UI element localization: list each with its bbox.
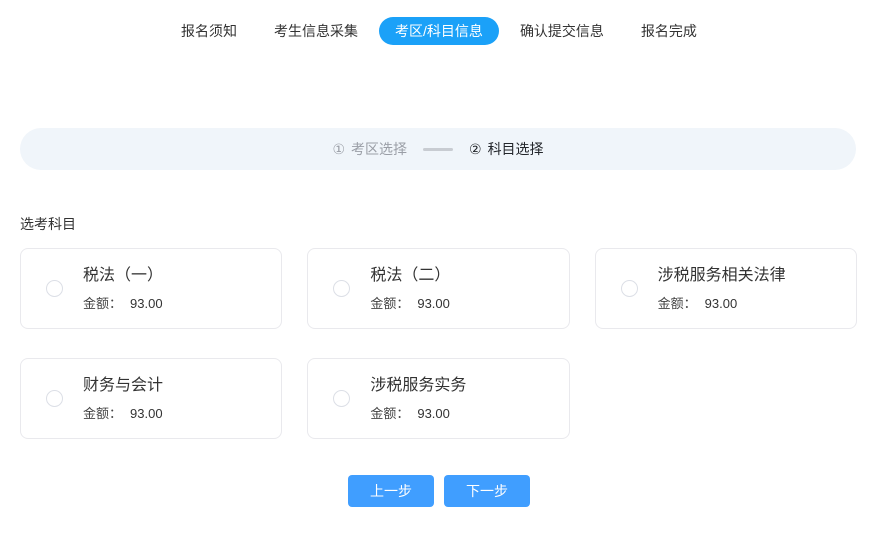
amount-value: 93.00 xyxy=(130,296,163,311)
wizard-tabs: 报名须知 考生信息采集 考区/科目信息 确认提交信息 报名完成 xyxy=(0,0,878,45)
step-subject-select: ② 科目选择 xyxy=(469,139,544,159)
subject-amount-row: 金额： 93.00 xyxy=(370,293,450,312)
tab-registration-notice[interactable]: 报名须知 xyxy=(165,17,253,45)
step-1-number: ① xyxy=(332,141,345,158)
radio-button-icon[interactable] xyxy=(333,390,350,407)
amount-value: 93.00 xyxy=(130,406,163,421)
subject-amount-row: 金额： 93.00 xyxy=(83,403,163,422)
subject-name: 涉税服务实务 xyxy=(370,376,466,396)
radio-button-icon[interactable] xyxy=(46,280,63,297)
subject-card-text: 税法（二） 金额： 93.00 xyxy=(370,266,450,312)
radio-button-icon[interactable] xyxy=(621,280,638,297)
subject-card-text: 涉税服务相关法律 金额： 93.00 xyxy=(658,266,786,312)
subject-amount-row: 金额： 93.00 xyxy=(658,293,786,312)
radio-button-icon[interactable] xyxy=(46,390,63,407)
subject-amount-row: 金额： 93.00 xyxy=(370,403,466,422)
subject-card-finance-accounting[interactable]: 财务与会计 金额： 93.00 xyxy=(20,358,282,439)
radio-button-icon[interactable] xyxy=(333,280,350,297)
step-progress-bar: ① 考区选择 ② 科目选择 xyxy=(20,128,856,170)
subject-card-tax-law-1[interactable]: 税法（一） 金额： 93.00 xyxy=(20,248,282,329)
wizard-actions: 上一步 下一步 xyxy=(0,475,878,507)
subject-card-tax-service-practice[interactable]: 涉税服务实务 金额： 93.00 xyxy=(307,358,569,439)
amount-label: 金额： xyxy=(370,293,409,312)
subject-name: 税法（二） xyxy=(370,266,450,286)
previous-step-button[interactable]: 上一步 xyxy=(348,475,434,507)
step-1-label: 考区选择 xyxy=(351,139,407,159)
subject-card-text: 财务与会计 金额： 93.00 xyxy=(83,376,163,422)
section-title-choose-subjects: 选考科目 xyxy=(20,214,878,234)
subject-card-tax-related-law[interactable]: 涉税服务相关法律 金额： 93.00 xyxy=(595,248,857,329)
amount-value: 93.00 xyxy=(705,296,738,311)
subject-card-text: 涉税服务实务 金额： 93.00 xyxy=(370,376,466,422)
amount-value: 93.00 xyxy=(417,406,450,421)
subject-cards-grid: 税法（一） 金额： 93.00 税法（二） 金额： 93.00 涉税服务相关法律… xyxy=(20,248,857,439)
step-region-select: ① 考区选择 xyxy=(332,139,407,159)
subject-name: 财务与会计 xyxy=(83,376,163,396)
subject-card-tax-law-2[interactable]: 税法（二） 金额： 93.00 xyxy=(307,248,569,329)
amount-label: 金额： xyxy=(658,293,697,312)
step-2-number: ② xyxy=(469,141,482,158)
step-2-label: 科目选择 xyxy=(488,139,544,159)
subject-name: 涉税服务相关法律 xyxy=(658,266,786,286)
amount-value: 93.00 xyxy=(417,296,450,311)
tab-region-subject-info[interactable]: 考区/科目信息 xyxy=(379,17,499,45)
amount-label: 金额： xyxy=(83,293,122,312)
subject-amount-row: 金额： 93.00 xyxy=(83,293,163,312)
tab-confirm-submit[interactable]: 确认提交信息 xyxy=(504,17,620,45)
tab-candidate-info[interactable]: 考生信息采集 xyxy=(258,17,374,45)
tab-registration-complete[interactable]: 报名完成 xyxy=(625,17,713,45)
subject-card-text: 税法（一） 金额： 93.00 xyxy=(83,266,163,312)
step-connector-line xyxy=(423,148,453,151)
next-step-button[interactable]: 下一步 xyxy=(444,475,530,507)
subject-name: 税法（一） xyxy=(83,266,163,286)
amount-label: 金额： xyxy=(83,403,122,422)
amount-label: 金额： xyxy=(370,403,409,422)
